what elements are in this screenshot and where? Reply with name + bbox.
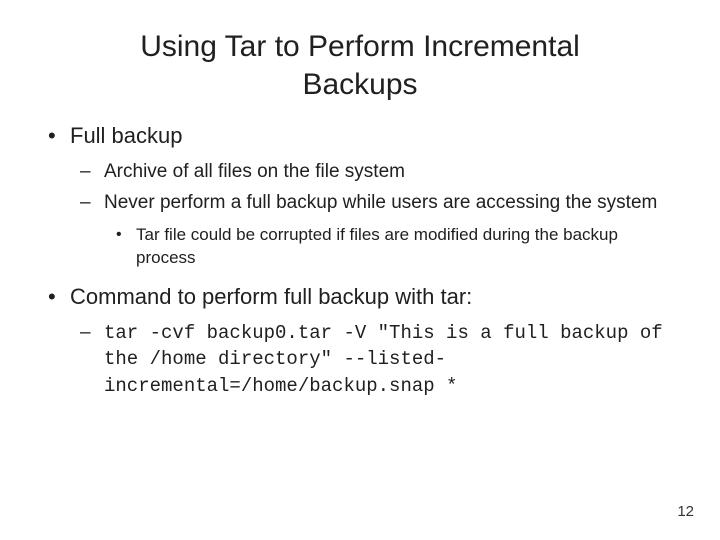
bullet-level1: Command to perform full backup with tar:… <box>40 282 680 400</box>
bullet-level2: Archive of all files on the file system <box>70 159 680 185</box>
bullet-list-level2: Archive of all files on the file system … <box>70 159 680 270</box>
bullet-level1: Full backup Archive of all files on the … <box>40 121 680 270</box>
bullet-text: Archive of all files on the file system <box>104 161 405 182</box>
page-number: 12 <box>677 503 694 520</box>
bullet-list: Full backup Archive of all files on the … <box>40 121 680 399</box>
bullet-text: Never perform a full backup while users … <box>104 192 657 213</box>
bullet-text: Tar file could be corrupted if files are… <box>136 225 618 267</box>
bullet-level2: tar -cvf backup0.tar -V "This is a full … <box>70 320 680 400</box>
bullet-level2: Never perform a full backup while users … <box>70 190 680 270</box>
bullet-text: Command to perform full backup with tar: <box>70 284 472 309</box>
bullet-list-level3: Tar file could be corrupted if files are… <box>104 224 680 270</box>
bullet-text: Full backup <box>70 123 183 148</box>
bullet-list-level2: tar -cvf backup0.tar -V "This is a full … <box>70 320 680 400</box>
slide: Using Tar to Perform Incremental Backups… <box>0 0 720 540</box>
bullet-text-code: tar -cvf backup0.tar -V "This is a full … <box>104 322 663 397</box>
slide-title: Using Tar to Perform Incremental Backups <box>80 28 640 103</box>
bullet-level3: Tar file could be corrupted if files are… <box>104 224 680 270</box>
